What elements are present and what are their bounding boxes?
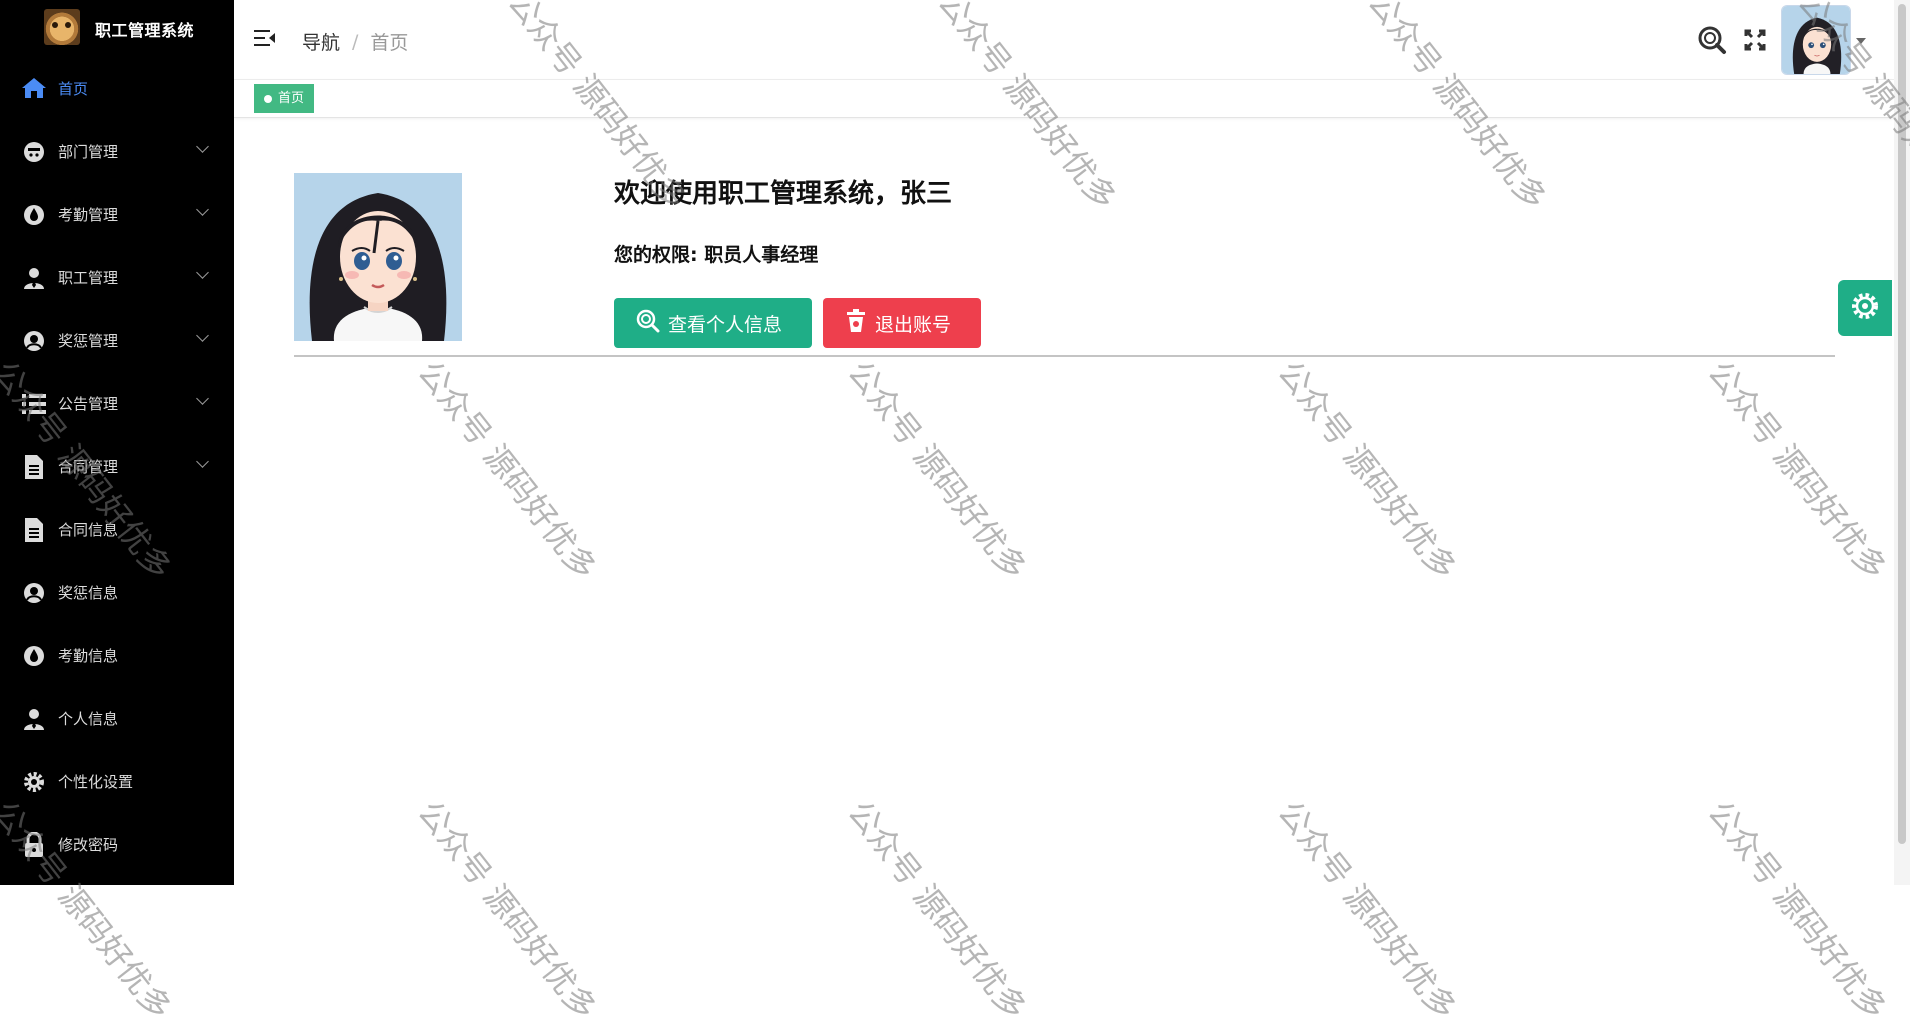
chevron-down-icon	[196, 203, 209, 216]
caret-down-icon[interactable]	[1856, 38, 1866, 44]
brand: 职工管理系统	[0, 0, 234, 56]
sidebar-item-attendance-info[interactable]: 考勤信息	[0, 624, 234, 687]
theme-settings-button[interactable]	[1838, 280, 1892, 336]
sidebar-item-contract[interactable]: 合同管理	[0, 435, 234, 498]
chevron-down-icon	[196, 455, 209, 468]
staff-icon	[20, 264, 48, 292]
sidebar-item-label: 个人信息	[58, 710, 119, 728]
chevron-down-icon	[196, 329, 209, 342]
trash-icon	[845, 308, 867, 338]
sidebar-item-staff[interactable]: 职工管理	[0, 246, 234, 309]
gear-icon	[20, 768, 48, 796]
sidebar-item-personal-info[interactable]: 个人信息	[0, 687, 234, 750]
gear-icon	[1850, 291, 1880, 325]
person-icon	[20, 705, 48, 733]
sidebar-item-label: 修改密码	[58, 836, 119, 854]
role-text: 您的权限: 职员人事经理	[614, 244, 819, 266]
sidebar-item-personalization[interactable]: 个性化设置	[0, 750, 234, 813]
logout-button[interactable]: 退出账号	[823, 298, 981, 348]
tag-home[interactable]: 首页	[254, 84, 315, 113]
logout-label: 退出账号	[875, 313, 952, 336]
department-icon	[20, 138, 48, 166]
sidebar-item-label: 考勤信息	[58, 647, 119, 665]
header: 导航 / 首页	[234, 0, 1910, 80]
sidebar-item-notice[interactable]: 公告管理	[0, 372, 234, 435]
search-icon	[636, 309, 660, 338]
sidebar-item-department[interactable]: 部门管理	[0, 120, 234, 183]
reward-info-icon	[20, 579, 48, 607]
sidebar-item-label: 职工管理	[58, 269, 119, 287]
welcome-heading: 欢迎使用职工管理系统，张三	[614, 179, 953, 209]
breadcrumb-separator: /	[352, 30, 359, 53]
main-content: 欢迎使用职工管理系统，张三 您的权限: 职员人事经理 查看个人信息 退出账号	[234, 118, 1894, 885]
sidebar-item-reward-info[interactable]: 奖惩信息	[0, 561, 234, 624]
sidebar-item-label: 合同管理	[58, 458, 119, 476]
chevron-down-icon	[196, 392, 209, 405]
breadcrumb-current: 首页	[370, 32, 409, 54]
sidebar-item-change-password[interactable]: 修改密码	[0, 813, 234, 876]
notice-icon	[20, 390, 48, 418]
chevron-down-icon	[196, 140, 209, 153]
attendance-icon	[20, 201, 48, 229]
sidebar-item-label: 奖惩管理	[58, 332, 119, 350]
sidebar-item-label: 首页	[58, 79, 89, 98]
attendance-info-icon	[20, 642, 48, 670]
fullscreen-icon[interactable]	[1740, 25, 1770, 55]
menu-toggle-icon[interactable]	[254, 30, 276, 48]
logo	[44, 9, 80, 45]
sidebar: 职工管理系统 首页 部门管理 考勤管理 职工管理 奖惩管理 公告管理 合同管理 …	[0, 0, 234, 885]
sidebar-item-contract-info[interactable]: 合同信息	[0, 498, 234, 561]
reward-icon	[20, 327, 48, 355]
sidebar-item-reward[interactable]: 奖惩管理	[0, 309, 234, 372]
breadcrumb: 导航 / 首页	[302, 28, 408, 55]
app-title: 职工管理系统	[95, 21, 195, 40]
view-profile-button[interactable]: 查看个人信息	[614, 298, 812, 348]
sidebar-item-label: 个性化设置	[58, 773, 134, 791]
divider	[294, 355, 1835, 357]
sidebar-item-label: 公告管理	[58, 395, 119, 413]
search-icon[interactable]	[1697, 25, 1727, 55]
breadcrumb-nav[interactable]: 导航	[302, 28, 340, 55]
chevron-down-icon	[196, 266, 209, 279]
user-avatar[interactable]	[1781, 5, 1851, 75]
sidebar-item-attendance[interactable]: 考勤管理	[0, 183, 234, 246]
scrollbar-thumb[interactable]	[1898, 4, 1906, 844]
profile-avatar	[294, 173, 462, 341]
sidebar-item-label: 奖惩信息	[58, 584, 119, 602]
home-icon	[20, 74, 48, 102]
scrollbar[interactable]	[1894, 0, 1910, 885]
tags-bar: 首页	[234, 80, 1894, 118]
lock-icon	[20, 831, 48, 859]
sidebar-menu: 首页 部门管理 考勤管理 职工管理 奖惩管理 公告管理 合同管理 合同信息 奖惩…	[0, 56, 234, 876]
sidebar-item-home[interactable]: 首页	[0, 56, 234, 120]
contract-info-icon	[20, 516, 48, 544]
sidebar-item-label: 考勤管理	[58, 206, 119, 224]
view-profile-label: 查看个人信息	[668, 313, 783, 336]
sidebar-item-label: 合同信息	[58, 521, 119, 539]
sidebar-item-label: 部门管理	[58, 143, 119, 161]
contract-icon	[20, 453, 48, 481]
